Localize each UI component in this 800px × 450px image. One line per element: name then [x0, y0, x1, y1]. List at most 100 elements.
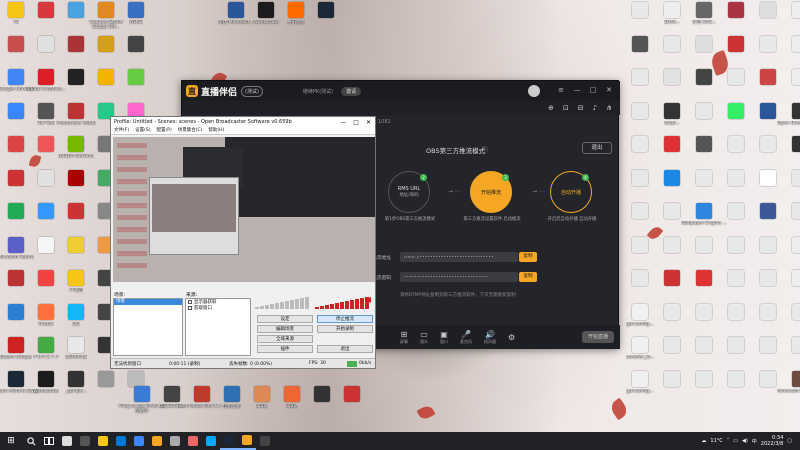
scene-item[interactable]: 场景 — [114, 299, 182, 305]
close-icon[interactable]: ✕ — [604, 85, 614, 95]
app-titlebar: 直 直播伴侣 (测试) 继续PK(测试) 邀请 ≡ — □ ✕ — [182, 81, 620, 101]
taskbar-app-icon[interactable] — [112, 432, 130, 450]
taskbar-app-icon[interactable] — [148, 432, 166, 450]
exit-mode-button[interactable]: 退出 — [582, 142, 612, 154]
start-button[interactable]: ⊞ — [0, 432, 22, 450]
desktop-icon-label: SDKe... — [663, 20, 681, 25]
desktop-icon[interactable] — [328, 386, 376, 430]
share-icon[interactable]: ⋔ — [606, 104, 612, 112]
gift-icon[interactable]: ⊕ — [548, 104, 554, 112]
status-text[interactable]: 继续PK(测试) — [303, 88, 333, 95]
edit-scene-button[interactable]: 编辑场景 — [257, 325, 313, 333]
ime-indicator[interactable]: 中 — [752, 438, 757, 445]
taskbar-app-icon[interactable] — [130, 432, 148, 450]
search-icon[interactable] — [22, 432, 40, 450]
obs-titlebar: Profile: Untitled - Scenes: scenes - Ope… — [111, 117, 375, 127]
menu-file[interactable]: 文件(F) — [114, 127, 129, 134]
source-item[interactable]: 获取窗口 — [186, 305, 250, 311]
taskbar-app-icon[interactable] — [184, 432, 202, 450]
invite-button[interactable]: 邀请 — [341, 86, 362, 96]
menu-settings[interactable]: 设置(S) — [135, 127, 150, 134]
task-view-icon[interactable] — [40, 432, 58, 450]
camera-source-button[interactable]: ▭ 镜头 — [420, 330, 428, 345]
taskbar-app-icon[interactable] — [238, 432, 256, 450]
checkbox[interactable] — [188, 300, 192, 304]
lock-icon[interactable]: ⊡ — [563, 104, 569, 112]
sources-list[interactable]: 显示器获取 获取窗口 — [185, 298, 251, 356]
menu-help[interactable]: 帮助(H) — [208, 127, 224, 134]
app-icon — [632, 35, 648, 52]
desktop-volume-meter[interactable] — [255, 297, 315, 309]
push-url-field[interactable]: rtmp://•••••••••••••••••••••••••••• — [400, 252, 518, 262]
shop-icon[interactable]: ⊟ — [578, 104, 584, 112]
microphone-icon: 🎤 — [461, 329, 471, 339]
maximize-icon[interactable]: □ — [588, 85, 598, 95]
minimize-icon[interactable]: — — [572, 85, 582, 95]
clock[interactable]: 0:34 2022/3/8 — [761, 435, 783, 447]
close-icon[interactable]: ✕ — [366, 119, 371, 126]
app-icon — [696, 303, 712, 320]
preview-app-window — [225, 137, 375, 217]
bell-icon[interactable]: ♪ — [593, 104, 597, 112]
stop-stream-button[interactable]: 停止推流 — [317, 315, 373, 323]
avatar[interactable] — [528, 85, 540, 97]
help-icon[interactable]: ⓘ — [482, 145, 488, 154]
menu-profile[interactable]: 配置(P) — [156, 127, 171, 134]
network-icon[interactable]: ▭ — [733, 438, 738, 444]
step-number: 3 — [502, 174, 509, 181]
push-key-field[interactable]: •••••••••••••••••••••••••••••••• — [400, 272, 518, 282]
step-description: 第1步OBS第三方推流模式 — [384, 217, 436, 222]
weather-icon[interactable]: ☁ — [701, 438, 706, 444]
checkbox[interactable] — [188, 306, 192, 310]
exit-button[interactable]: 退出 — [317, 345, 373, 353]
speaker-button[interactable]: 🔊 扬声器 — [484, 330, 496, 345]
version-badge[interactable]: (测试) — [241, 85, 263, 97]
app-icon — [128, 370, 144, 387]
app-icon — [792, 102, 800, 119]
desktop-icon[interactable] — [302, 2, 350, 46]
plugins-button[interactable]: 插件 — [257, 345, 313, 353]
maximize-icon[interactable]: □ — [353, 119, 359, 126]
window-controls: ≡ — □ ✕ — [556, 85, 614, 95]
notification-icon[interactable]: ▢ — [787, 438, 792, 444]
minimize-icon[interactable]: — — [340, 119, 346, 126]
settings-button[interactable]: ⚙ — [508, 333, 515, 342]
taskbar-app-icon[interactable] — [256, 432, 274, 450]
app-icon — [728, 337, 744, 353]
taskbar-app-icon[interactable] — [58, 432, 76, 450]
menu-icon[interactable]: ≡ — [556, 85, 566, 95]
step-2-circle: 3 开始推流 — [470, 171, 512, 213]
taskbar-app-icon[interactable] — [202, 432, 220, 450]
weather-text[interactable]: 11°C — [710, 438, 722, 444]
step-title: 开始推流 — [480, 189, 501, 196]
chevron-up-icon[interactable]: ˄ — [727, 438, 730, 444]
start-recording-button[interactable]: 开始录制 — [317, 325, 373, 333]
scenes-list[interactable]: 场景 — [113, 298, 183, 356]
toolbar-id: 1081 — [378, 119, 391, 125]
taskbar-app-icon[interactable] — [166, 432, 184, 450]
obs-title: Profile: Untitled - Scenes: scenes - Ope… — [114, 119, 292, 125]
step-number: 2 — [420, 174, 427, 181]
copy-key-button[interactable]: 复制 — [519, 272, 537, 282]
app-icon — [632, 370, 648, 387]
volume-icon[interactable]: ◀) — [742, 438, 748, 444]
taskbar-app-icon[interactable] — [76, 432, 94, 450]
window-source-button[interactable]: ▣ 窗口 — [440, 330, 448, 345]
speaker-icon[interactable]: ◀ — [365, 295, 371, 304]
taskbar-app-icon[interactable] — [220, 432, 238, 450]
step-subtitle: 地址/串码 — [399, 193, 419, 198]
obs-settings-button[interactable]: 设定 — [257, 315, 313, 323]
start-live-button[interactable]: 开始直播 — [582, 331, 614, 343]
screen-source-button[interactable]: ⊞ 屏幕 — [400, 330, 408, 345]
menu-scene-collection[interactable]: 场景集合(C) — [178, 127, 203, 134]
microphone-button[interactable]: 🎤 麦克风 — [460, 330, 472, 345]
arrow-icon: → ⋯ — [532, 188, 545, 195]
global-sources-button[interactable]: 全域来源 — [257, 335, 313, 343]
taskbar-app-icon[interactable] — [94, 432, 112, 450]
copy-url-button[interactable]: 复制 — [519, 252, 537, 262]
obs-preview[interactable] — [113, 137, 375, 282]
app-icon — [696, 370, 712, 387]
desktop-icon[interactable]: Minecraft Dungeons — [776, 370, 800, 415]
app-icon — [728, 136, 744, 152]
status-kbps: 0kb/s — [359, 361, 372, 366]
